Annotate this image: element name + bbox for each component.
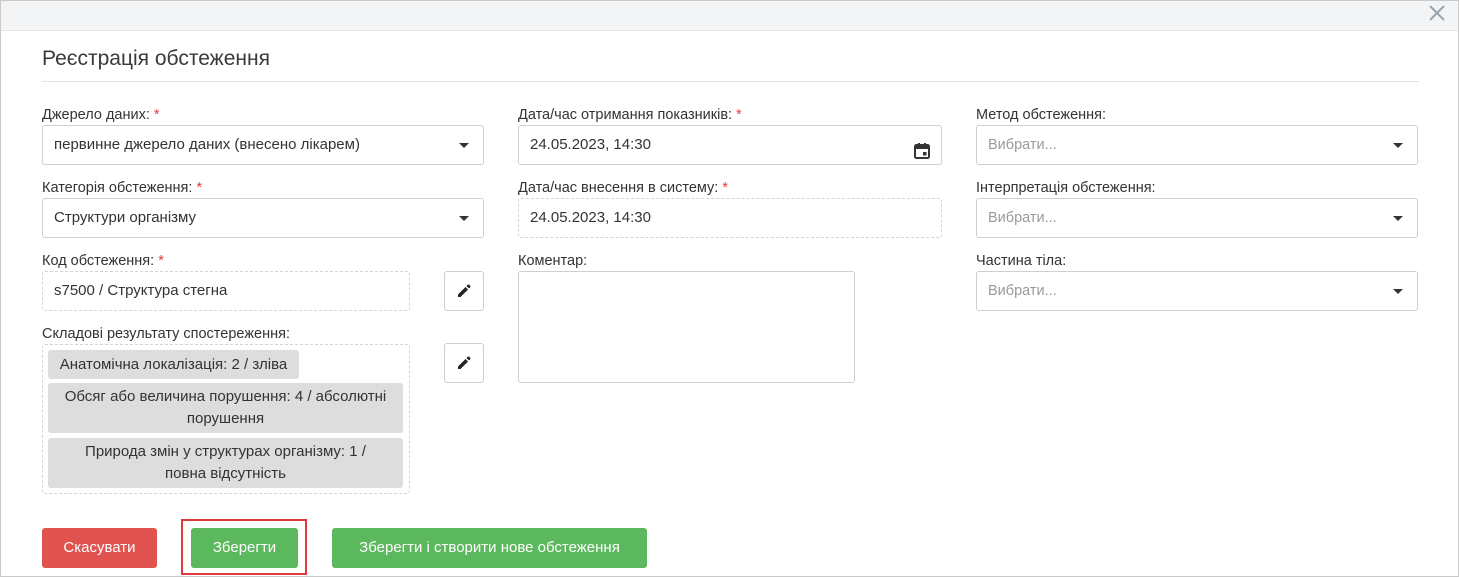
category-label: Категорія обстеження: * bbox=[42, 180, 203, 196]
interpretation-select-placeholder: Вибрати... bbox=[988, 210, 1057, 226]
save-button[interactable]: Зберегти bbox=[191, 528, 298, 568]
interpretation-select[interactable]: Вибрати... bbox=[976, 198, 1418, 238]
entered-datetime-value: 24.05.2023, 14:30 bbox=[530, 209, 651, 226]
method-select[interactable]: Вибрати... bbox=[976, 125, 1418, 165]
component-chip: Анатомічна локалізація: 2 / зліва bbox=[48, 350, 299, 379]
chevron-down-icon bbox=[1393, 143, 1403, 148]
entered-datetime-field: 24.05.2023, 14:30 bbox=[518, 198, 942, 238]
chevron-down-icon bbox=[459, 143, 469, 148]
pencil-icon bbox=[458, 284, 471, 297]
chevron-down-icon bbox=[459, 216, 469, 221]
required-marker: * bbox=[153, 107, 160, 123]
source-label: Джерело даних: * bbox=[42, 107, 160, 123]
save-and-new-button[interactable]: Зберегти і створити нове обстеження bbox=[332, 528, 647, 568]
method-label: Метод обстеження: bbox=[976, 107, 1107, 123]
required-marker: * bbox=[722, 180, 728, 196]
received-datetime-label: Дата/час отримання показників: * bbox=[518, 107, 742, 123]
pencil-icon bbox=[458, 356, 471, 369]
body-part-select-placeholder: Вибрати... bbox=[988, 283, 1057, 299]
body-part-select[interactable]: Вибрати... bbox=[976, 271, 1418, 311]
comment-label: Коментар: bbox=[518, 253, 588, 269]
body-part-label: Частина тіла: bbox=[976, 253, 1067, 269]
exam-registration-dialog: Реєстрація обстеження Джерело даних: * пе… bbox=[0, 0, 1459, 577]
component-chip: Обсяг або величина порушення: 4 / абсолю… bbox=[48, 383, 403, 433]
chevron-down-icon bbox=[1393, 216, 1403, 221]
method-select-placeholder: Вибрати... bbox=[988, 137, 1057, 153]
comment-textarea[interactable] bbox=[518, 271, 855, 383]
source-select-value: первинне джерело даних (внесено лікарем) bbox=[54, 136, 360, 153]
chevron-down-icon bbox=[1393, 289, 1403, 294]
required-marker: * bbox=[736, 107, 742, 123]
received-datetime-value: 24.05.2023, 14:30 bbox=[530, 136, 651, 153]
components-list: Анатомічна локалізація: 2 / зліва Обсяг … bbox=[42, 344, 410, 494]
category-select-value: Структури організму bbox=[54, 209, 197, 226]
calendar-icon[interactable] bbox=[913, 137, 931, 159]
dialog-title: Реєстрація обстеження bbox=[42, 47, 270, 70]
required-marker: * bbox=[158, 253, 164, 269]
source-select[interactable]: первинне джерело даних (внесено лікарем) bbox=[42, 125, 484, 165]
interpretation-label: Інтерпретація обстеження: bbox=[976, 180, 1156, 196]
cancel-button[interactable]: Скасувати bbox=[42, 528, 157, 568]
edit-components-button[interactable] bbox=[444, 343, 484, 383]
category-select[interactable]: Структури організму bbox=[42, 198, 484, 238]
component-chip: Природа змін у структурах організму: 1 /… bbox=[48, 438, 403, 488]
code-field-value: s7500 / Структура стегна bbox=[54, 282, 228, 299]
code-label: Код обстеження: * bbox=[42, 253, 164, 269]
entered-datetime-label: Дата/час внесення в систему: * bbox=[518, 180, 728, 196]
received-datetime-input[interactable]: 24.05.2023, 14:30 bbox=[518, 125, 942, 165]
code-field: s7500 / Структура стегна bbox=[42, 271, 410, 311]
required-marker: * bbox=[196, 180, 203, 196]
title-divider bbox=[42, 81, 1419, 82]
edit-code-button[interactable] bbox=[444, 271, 484, 311]
close-icon[interactable] bbox=[1426, 2, 1448, 24]
components-label: Складові результату спостереження: bbox=[42, 326, 290, 342]
dialog-header-bar bbox=[1, 1, 1458, 31]
